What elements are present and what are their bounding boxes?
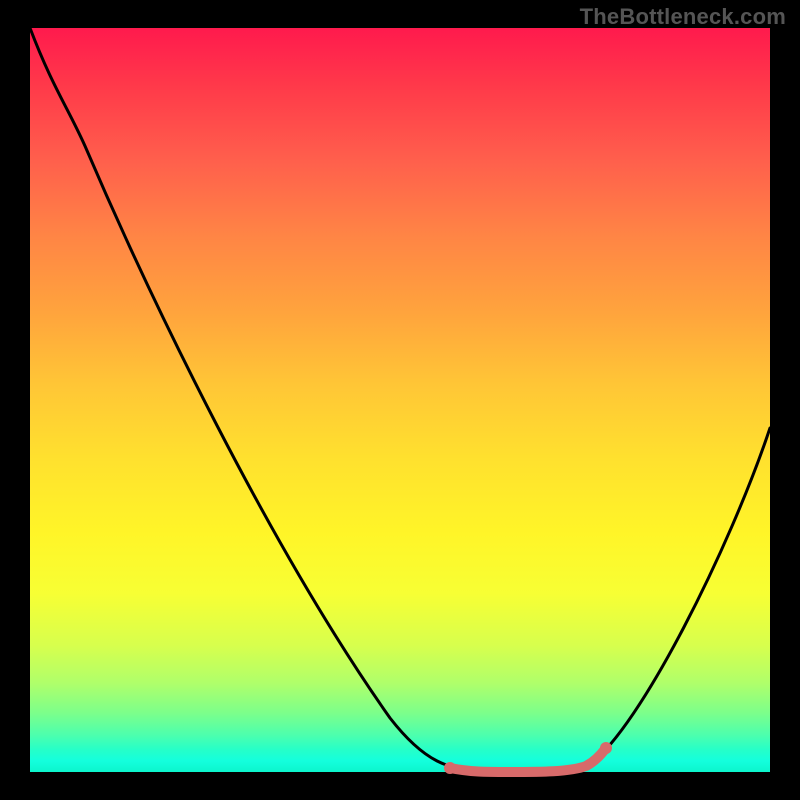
chart-root: TheBottleneck.com [0,0,800,800]
curve-layer [30,28,770,772]
highlight-end-dot [600,742,612,754]
plot-area [30,28,770,772]
bottleneck-curve [30,28,770,770]
highlight-start-dot [444,762,456,774]
watermark-text: TheBottleneck.com [580,4,786,30]
highlight-segment [450,748,606,772]
